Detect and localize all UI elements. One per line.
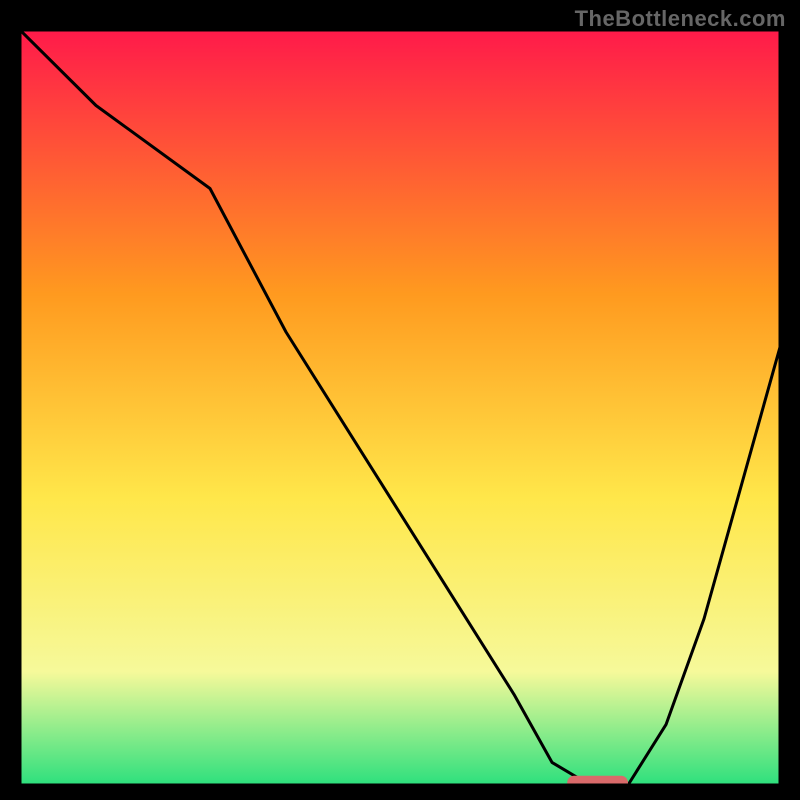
watermark-text: TheBottleneck.com <box>575 6 786 32</box>
plot-area <box>20 30 780 785</box>
chart-svg <box>20 30 780 785</box>
chart-frame: TheBottleneck.com <box>0 0 800 800</box>
gradient-background <box>20 30 780 785</box>
